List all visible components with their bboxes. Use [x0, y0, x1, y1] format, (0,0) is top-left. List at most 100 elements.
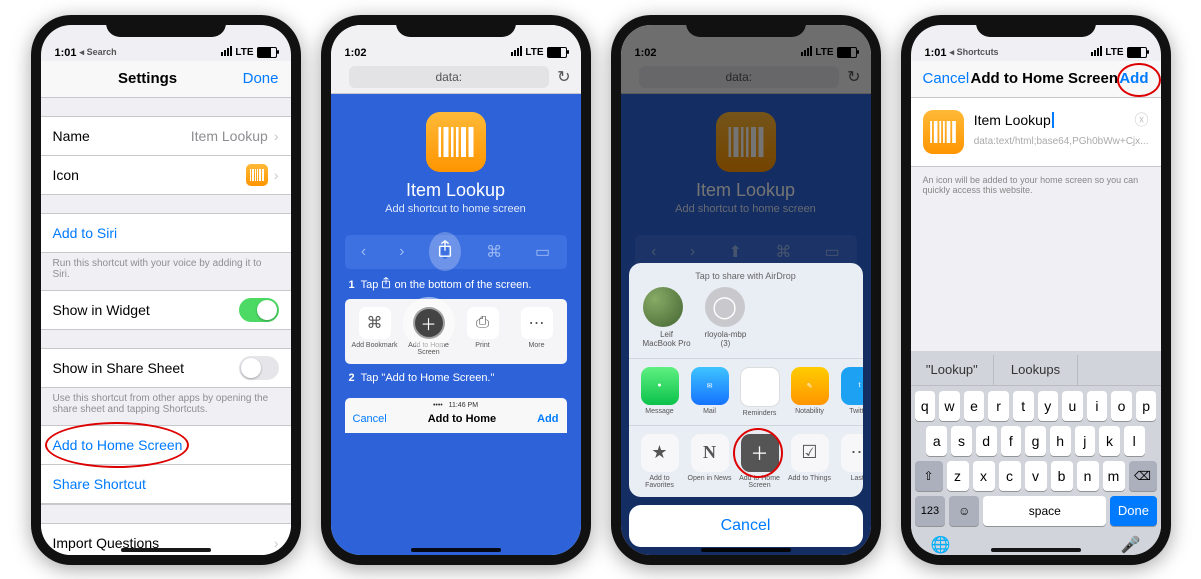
nav-bar: Cancel Add to Home Screen Add — [911, 61, 1161, 98]
chevron-icon: › — [274, 128, 279, 144]
home-indicator[interactable] — [701, 548, 791, 552]
suggestion-bar: "Lookup" Lookups — [911, 355, 1161, 386]
print-icon: ⎙ — [467, 307, 499, 339]
phone-4-add-to-home: 1:01◂ Shortcuts LTE Cancel Add to Home S… — [901, 15, 1171, 565]
action-add-to-favorites[interactable]: ★Add to Favorites — [637, 434, 683, 489]
key-r[interactable]: r — [988, 391, 1009, 421]
avatar — [643, 287, 683, 327]
clear-icon[interactable]: ⓧ — [1135, 110, 1149, 130]
key-z[interactable]: z — [947, 461, 969, 491]
key-o[interactable]: o — [1111, 391, 1132, 421]
key-l[interactable]: l — [1124, 426, 1145, 456]
shortcut-icon — [923, 110, 964, 154]
suggestion[interactable]: Lookups — [994, 355, 1078, 385]
suggestion[interactable] — [1078, 355, 1161, 385]
time: 1:01 — [55, 47, 77, 59]
key-h[interactable]: h — [1050, 426, 1071, 456]
airdrop-target[interactable]: ◯rloyola-mbp(3) — [705, 287, 747, 348]
share-app-reminders[interactable]: Reminders — [737, 367, 783, 417]
more-icon: ⋯ — [521, 307, 553, 339]
shift-key[interactable]: ⇧ — [915, 461, 943, 491]
airdrop-target[interactable]: LeifMacBook Pro — [643, 287, 691, 348]
reload-icon[interactable]: ↻ — [557, 67, 570, 87]
share-sheet-toggle[interactable] — [239, 356, 279, 380]
key-m[interactable]: m — [1103, 461, 1125, 491]
share-sheet-footer: Use this shortcut from other apps by ope… — [41, 388, 291, 425]
key-i[interactable]: i — [1087, 391, 1108, 421]
back-to-search[interactable]: ◂ Search — [80, 47, 117, 58]
home-indicator[interactable] — [991, 548, 1081, 552]
nav-title: Settings — [118, 70, 177, 87]
done-button[interactable]: Done — [243, 70, 279, 87]
key-w[interactable]: w — [939, 391, 960, 421]
icon-cell[interactable]: Icon › — [41, 156, 291, 194]
home-indicator[interactable] — [121, 548, 211, 552]
key-k[interactable]: k — [1099, 426, 1120, 456]
action-open-in-news[interactable]: NOpen in News — [687, 434, 733, 489]
key-g[interactable]: g — [1025, 426, 1046, 456]
share-app-notability[interactable]: ✎Notability — [787, 367, 833, 417]
back-icon: ‹ — [361, 243, 366, 261]
chevron-icon: › — [274, 535, 279, 551]
action-add-to-things[interactable]: ☑Add to Things — [787, 434, 833, 489]
actions-illustration: ⌘Add Bookmark ＋Add to Home Screen ⎙Print… — [345, 299, 567, 364]
airdrop-header: Tap to share with AirDrop — [629, 271, 863, 281]
phone-3-share-sheet: 1:02 LTE data: ↻ Item Lookup Add shortcu… — [611, 15, 881, 565]
toolbar-illustration: ‹ › ⌘ ▭ — [345, 235, 567, 269]
space-key[interactable]: space — [983, 496, 1106, 526]
key-p[interactable]: p — [1136, 391, 1157, 421]
bookmarks-icon: ⌘ — [486, 242, 502, 262]
key-s[interactable]: s — [951, 426, 972, 456]
key-b[interactable]: b — [1051, 461, 1073, 491]
key-e[interactable]: e — [964, 391, 985, 421]
shortcut-name-input[interactable]: Item Lookup — [974, 112, 1054, 128]
app-share-row: ●Message ✉Mail Reminders ✎Notability tTw… — [629, 358, 863, 425]
emoji-key[interactable]: ☺ — [949, 496, 979, 526]
barcode-icon — [246, 164, 268, 186]
key-n[interactable]: n — [1077, 461, 1099, 491]
key-j[interactable]: j — [1075, 426, 1096, 456]
key-v[interactable]: v — [1025, 461, 1047, 491]
key-c[interactable]: c — [999, 461, 1021, 491]
key-q[interactable]: q — [915, 391, 936, 421]
page-content: Item Lookup Add shortcut to home screen … — [331, 94, 581, 555]
key-d[interactable]: d — [976, 426, 997, 456]
key-f[interactable]: f — [1001, 426, 1022, 456]
add-to-siri-button[interactable]: Add to Siri — [41, 214, 291, 252]
share-icon — [437, 240, 453, 263]
key-x[interactable]: x — [973, 461, 995, 491]
chevron-icon: › — [274, 167, 279, 183]
phone-1-settings: 1:01◂ Search LTE Settings Done Name Item… — [31, 15, 301, 565]
share-app-mail[interactable]: ✉Mail — [687, 367, 733, 417]
siri-footer: Run this shortcut with your voice by add… — [41, 253, 291, 290]
tabs-icon: ▭ — [535, 242, 550, 262]
battery-icon — [1127, 47, 1147, 58]
done-key[interactable]: Done — [1110, 496, 1156, 526]
share-shortcut-button[interactable]: Share Shortcut — [41, 465, 291, 504]
mic-icon[interactable]: 🎤 — [1121, 535, 1141, 555]
widget-toggle[interactable] — [239, 298, 279, 322]
widget-toggle-cell: Show in Widget — [41, 291, 291, 329]
share-app-twitter[interactable]: tTwitter — [837, 367, 863, 417]
cancel-button[interactable]: Cancel — [629, 505, 863, 547]
step-1: 1Tap on the bottom of the screen. — [331, 277, 581, 291]
key-a[interactable]: a — [926, 426, 947, 456]
backspace-key[interactable]: ⌫ — [1129, 461, 1157, 491]
forward-icon: › — [399, 243, 404, 261]
cancel-button[interactable]: Cancel — [923, 70, 970, 87]
key-y[interactable]: y — [1038, 391, 1059, 421]
signal-icon — [510, 46, 522, 59]
name-cell[interactable]: Name Item Lookup› — [41, 117, 291, 156]
numbers-key[interactable]: 123 — [915, 496, 946, 526]
page-heading: Item Lookup — [331, 180, 581, 201]
home-indicator[interactable] — [411, 548, 501, 552]
suggestion[interactable]: "Lookup" — [911, 355, 995, 385]
url-field[interactable]: data: — [349, 66, 550, 88]
share-app-message[interactable]: ●Message — [637, 367, 683, 417]
back-to-shortcuts[interactable]: ◂ Shortcuts — [950, 47, 999, 58]
key-u[interactable]: u — [1062, 391, 1083, 421]
keyboard: "Lookup" Lookups qwertyuiop asdfghjkl ⇧z… — [911, 351, 1161, 555]
globe-icon[interactable]: 🌐 — [931, 535, 951, 555]
action-lastpass[interactable]: ⋯LastP — [837, 434, 863, 489]
key-t[interactable]: t — [1013, 391, 1034, 421]
